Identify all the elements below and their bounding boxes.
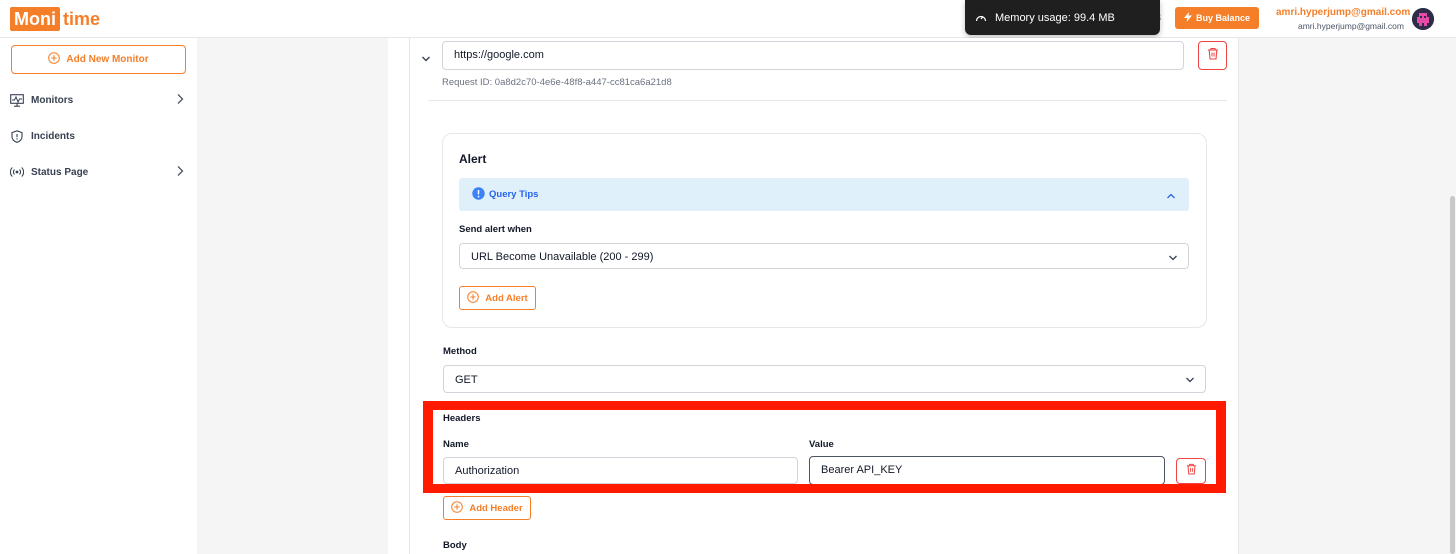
- sidebar-item-label: Incidents: [31, 130, 75, 142]
- trash-icon: [1207, 47, 1219, 65]
- headers-highlight-box: [423, 401, 1226, 493]
- chevron-down-icon[interactable]: [421, 50, 431, 68]
- chevron-up-icon[interactable]: [1166, 187, 1176, 205]
- logo-text: time: [63, 8, 101, 29]
- gauge-icon: [975, 12, 987, 24]
- add-header-label: Add Header: [469, 502, 523, 514]
- buy-balance-button[interactable]: Buy Balance: [1175, 7, 1259, 29]
- sidebar-item-label: Status Page: [31, 166, 89, 178]
- query-tips-bar[interactable]: [459, 178, 1189, 211]
- alert-title: Alert: [459, 152, 487, 166]
- sidebar-item-label: Monitors: [31, 94, 74, 106]
- sidebar-item-monitors[interactable]: Monitors: [10, 90, 186, 110]
- buy-balance-label: Buy Balance: [1195, 13, 1251, 23]
- sidebar-item-status-page[interactable]: Status Page: [10, 162, 186, 182]
- sidebar: Add New Monitor Monitors Incidents Statu…: [0, 38, 197, 554]
- add-header-button[interactable]: Add Header: [443, 496, 531, 520]
- method-select[interactable]: GET: [443, 365, 1206, 393]
- method-value: GET: [455, 374, 478, 386]
- logo-mark: Moni: [10, 7, 60, 31]
- send-alert-label: Send alert when: [459, 224, 532, 235]
- divider: [428, 100, 1227, 101]
- send-alert-select[interactable]: URL Become Unavailable (200 - 299): [459, 243, 1189, 269]
- method-label: Method: [443, 346, 477, 357]
- scrollbar-thumb[interactable]: [1450, 196, 1455, 554]
- plus-circle-icon: [451, 500, 464, 516]
- user-email[interactable]: amri.hyperjump@gmail.com: [1276, 7, 1410, 18]
- plus-circle-icon: [467, 290, 480, 306]
- shield-icon: [10, 129, 24, 143]
- alert-card: [442, 133, 1207, 328]
- broadcast-icon: [10, 165, 24, 179]
- body-label: Body: [443, 540, 467, 551]
- avatar[interactable]: [1412, 8, 1434, 30]
- add-alert-button[interactable]: Add Alert: [459, 286, 536, 310]
- query-tips-label[interactable]: Query Tips: [489, 189, 538, 200]
- chevron-down-icon: [1168, 253, 1178, 265]
- top-bar: Moni time 3 Buy Balance amri.hyperjump@g…: [0, 0, 1456, 38]
- plus-circle-icon: [48, 52, 61, 67]
- lightning-icon: [1183, 12, 1192, 24]
- send-alert-value: URL Become Unavailable (200 - 299): [471, 251, 654, 263]
- user-email-secondary: amri.hyperjump@gmail.com: [1298, 21, 1404, 31]
- memory-usage-text: Memory usage: 99.4 MB: [995, 11, 1115, 24]
- add-new-monitor-label: Add New Monitor: [66, 54, 149, 65]
- sidebar-item-incidents[interactable]: Incidents: [10, 126, 186, 146]
- chevron-right-icon: [176, 93, 184, 108]
- memory-usage-toast: Memory usage: 99.4 MB: [965, 0, 1160, 35]
- chevron-down-icon: [1185, 375, 1195, 387]
- chevron-right-icon: [176, 165, 184, 180]
- delete-probe-button[interactable]: [1198, 41, 1227, 70]
- add-alert-label: Add Alert: [485, 292, 528, 304]
- add-new-monitor-button[interactable]: Add New Monitor: [11, 45, 186, 74]
- monitor-icon: [10, 93, 24, 107]
- app-logo[interactable]: Moni time: [10, 6, 100, 32]
- info-icon: [472, 187, 485, 205]
- url-input[interactable]: https://google.com: [442, 41, 1184, 70]
- request-id: Request ID: 0a8d2c70-4e6e-48f8-a447-cc81…: [442, 77, 672, 88]
